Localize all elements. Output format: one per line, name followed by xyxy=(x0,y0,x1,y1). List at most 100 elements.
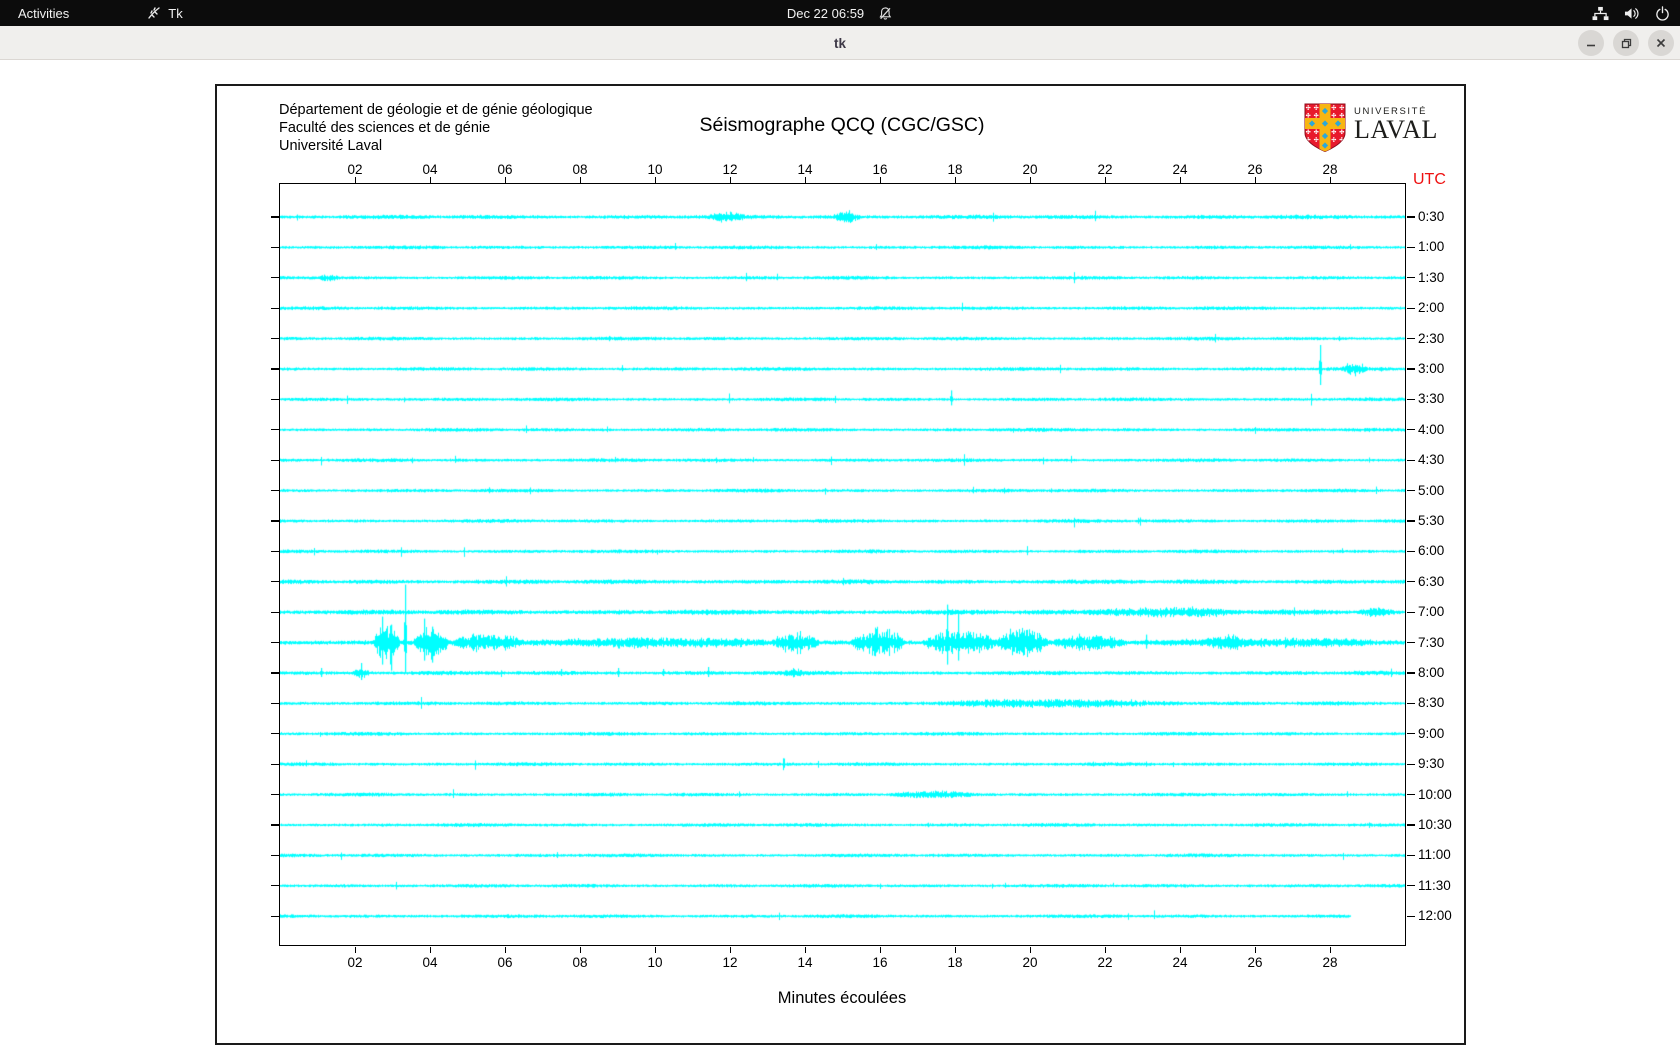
system-status-area[interactable] xyxy=(1592,0,1670,26)
x-tick-bottom xyxy=(429,947,431,953)
row-tick-right xyxy=(1407,642,1415,644)
row-tick-left xyxy=(271,581,279,583)
top-bar: Activities Tk Dec 22 06:59 xyxy=(0,0,1680,26)
x-tick-bottom xyxy=(1029,947,1031,953)
row-time-label: 0:30 xyxy=(1418,209,1445,224)
row-tick-left xyxy=(271,246,279,248)
row-tick-right xyxy=(1407,246,1415,248)
row-time-label: 4:00 xyxy=(1418,421,1445,437)
x-tick-label-top: 28 xyxy=(1322,162,1338,177)
x-tick-bottom xyxy=(654,947,656,953)
network-icon xyxy=(1592,6,1609,21)
app-menu-label: Tk xyxy=(168,5,183,21)
x-tick-bottom xyxy=(1329,947,1331,953)
x-tick-top xyxy=(804,177,806,183)
x-tick-label-bottom: 04 xyxy=(422,955,438,970)
department-header: Département de géologie et de génie géol… xyxy=(279,101,593,155)
x-tick-top xyxy=(954,177,956,183)
x-tick-label-top: 12 xyxy=(722,162,738,177)
row-time-label: 9:30 xyxy=(1418,756,1445,772)
x-tick-bottom xyxy=(579,947,581,953)
header-line-3: Université Laval xyxy=(279,138,383,154)
row-time-label: 8:30 xyxy=(1418,695,1445,711)
x-tick-label-bottom: 12 xyxy=(722,955,738,970)
row-time-label: 5:00 xyxy=(1418,482,1445,498)
power-icon xyxy=(1655,5,1670,21)
row-tick-left xyxy=(271,763,279,765)
x-tick-label-top: 08 xyxy=(572,162,588,177)
row-time-label: 10:00 xyxy=(1418,786,1452,802)
row-tick-right xyxy=(1407,611,1415,613)
row-tick-left xyxy=(271,550,279,552)
row-tick-left xyxy=(271,794,279,796)
row-tick-right xyxy=(1407,885,1415,887)
tk-app-icon xyxy=(147,6,161,20)
window-titlebar[interactable]: tk xyxy=(0,26,1680,60)
row-tick-right xyxy=(1407,824,1415,826)
row-time-label: 7:00 xyxy=(1418,604,1445,620)
row-tick-right xyxy=(1407,763,1415,765)
header-line-2: Faculté des sciences et de génie xyxy=(279,120,491,136)
row-tick-left xyxy=(271,854,279,856)
x-axis-label: Minutes écoulées xyxy=(777,989,907,1007)
row-time-label: 2:00 xyxy=(1418,300,1445,316)
row-time-label: 8:00 xyxy=(1418,665,1445,680)
x-tick-label-top: 18 xyxy=(947,162,963,177)
x-tick-label-top: 26 xyxy=(1247,162,1263,177)
x-tick-bottom xyxy=(804,947,806,953)
x-tick-bottom xyxy=(504,947,506,953)
x-tick-label-bottom: 02 xyxy=(347,955,363,970)
x-tick-label-top: 14 xyxy=(797,162,813,177)
row-tick-right xyxy=(1407,338,1415,340)
seismograph-window: Département de géologie et de génie géol… xyxy=(215,84,1466,1045)
x-tick-label-top: 02 xyxy=(347,162,363,177)
row-tick-left xyxy=(271,824,279,826)
row-time-label: 2:30 xyxy=(1418,330,1445,346)
x-tick-bottom xyxy=(1254,947,1256,953)
row-tick-left xyxy=(271,490,279,492)
row-tick-left xyxy=(271,702,279,704)
x-tick-label-top: 22 xyxy=(1097,162,1113,177)
x-tick-bottom xyxy=(1104,947,1106,953)
row-tick-right xyxy=(1407,794,1415,796)
plot-title: Séismographe QCQ (CGC/GSC) xyxy=(699,114,985,136)
x-tick-label-bottom: 14 xyxy=(797,955,813,970)
row-time-label: 6:30 xyxy=(1418,573,1445,589)
close-button[interactable] xyxy=(1648,30,1674,56)
x-tick-label-bottom: 16 xyxy=(872,955,888,970)
row-tick-right xyxy=(1407,459,1415,461)
x-tick-label-bottom: 18 xyxy=(947,955,963,970)
x-tick-label-top: 20 xyxy=(1022,162,1038,177)
x-tick-label-top: 24 xyxy=(1172,162,1188,177)
x-tick-label-top: 10 xyxy=(647,162,663,177)
x-tick-label-bottom: 26 xyxy=(1247,955,1263,970)
row-tick-right xyxy=(1407,216,1415,218)
maximize-button[interactable] xyxy=(1613,30,1639,56)
window-title: tk xyxy=(833,35,846,51)
row-tick-left xyxy=(271,611,279,613)
clock-button[interactable]: Dec 22 06:59 xyxy=(787,0,893,26)
row-time-label: 10:30 xyxy=(1418,817,1452,832)
x-tick-label-top: 16 xyxy=(872,162,888,177)
row-time-label: 5:30 xyxy=(1418,513,1445,528)
laval-logo-text: UNIVERSITÉ LAVAL xyxy=(1354,103,1438,158)
x-tick-bottom xyxy=(1179,947,1181,953)
x-tick-top xyxy=(354,177,356,183)
row-time-label: 12:00 xyxy=(1418,908,1452,924)
app-menu[interactable]: Tk xyxy=(137,0,192,26)
row-tick-right xyxy=(1407,581,1415,583)
x-tick-label-bottom: 24 xyxy=(1172,955,1188,970)
x-tick-label-bottom: 08 xyxy=(572,955,588,970)
activities-button[interactable]: Activities xyxy=(0,0,87,26)
row-tick-left xyxy=(271,307,279,309)
minimize-button[interactable] xyxy=(1578,30,1604,56)
row-tick-left xyxy=(271,672,279,674)
row-tick-left xyxy=(271,429,279,431)
row-tick-left xyxy=(271,520,279,522)
notifications-disabled-icon xyxy=(878,6,893,21)
utc-label: UTC xyxy=(1413,171,1446,188)
x-tick-top xyxy=(879,177,881,183)
row-tick-right xyxy=(1407,368,1415,370)
row-tick-right xyxy=(1407,490,1415,492)
row-tick-left xyxy=(271,398,279,400)
